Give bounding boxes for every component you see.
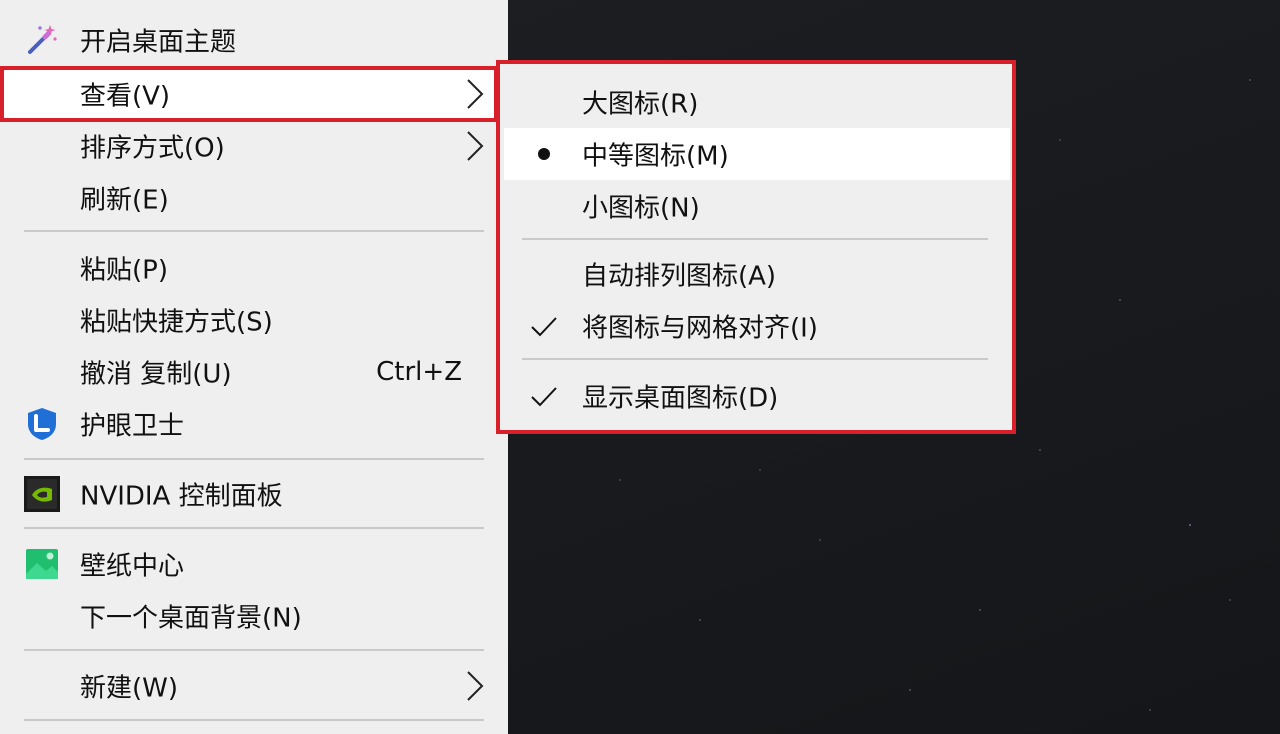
menu-item-label: 查看(V) (80, 81, 171, 112)
checkmark-icon (528, 310, 560, 342)
chevron-right-icon (464, 129, 486, 163)
chevron-right-icon (464, 669, 486, 703)
menu-item-paste-shortcut[interactable]: 粘贴快捷方式(S) (0, 294, 508, 346)
submenu-item-align-to-grid[interactable]: 将图标与网格对齐(I) (504, 300, 1010, 352)
menu-separator (24, 230, 484, 232)
menu-item-label: 粘贴快捷方式(S) (80, 307, 273, 338)
nvidia-icon (24, 476, 60, 512)
submenu-item-small-icons[interactable]: 小图标(N) (504, 180, 1010, 232)
submenu-separator (522, 358, 988, 360)
submenu-item-auto-arrange[interactable]: 自动排列图标(A) (504, 248, 1010, 300)
wallpaper-center-icon (24, 546, 60, 582)
menu-item-sort-by[interactable]: 排序方式(O) (0, 120, 508, 172)
menu-item-label: 粘贴(P) (80, 255, 168, 286)
menu-item-label: NVIDIA 控制面板 (80, 481, 283, 512)
submenu-item-label: 将图标与网格对齐(I) (582, 313, 818, 344)
menu-item-undo-copy[interactable]: 撤消 复制(U) Ctrl+Z (0, 346, 508, 398)
menu-item-wallpaper-center[interactable]: 壁纸中心 (0, 538, 508, 590)
menu-separator (24, 719, 484, 721)
menu-item-eye-guard[interactable]: 护眼卫士 (0, 398, 508, 450)
menu-item-label: 排序方式(O) (80, 133, 225, 164)
checkmark-icon (528, 380, 560, 412)
desktop-context-menu: 开启桌面主题 查看(V) 排序方式(O) 刷新(E) 粘贴(P) 粘贴快捷方式(… (0, 0, 508, 734)
menu-separator (24, 527, 484, 529)
submenu-item-label: 小图标(N) (582, 193, 700, 224)
submenu-item-show-desktop-icons[interactable]: 显示桌面图标(D) (504, 370, 1010, 422)
menu-item-label: 下一个桌面背景(N) (80, 603, 302, 634)
menu-item-refresh[interactable]: 刷新(E) (0, 172, 508, 224)
submenu-item-label: 自动排列图标(A) (582, 261, 777, 292)
view-submenu: 大图标(R) 中等图标(M) 小图标(N) 自动排列图标(A) 将图标与网格对齐… (496, 60, 1016, 434)
eye-guard-shield-icon (24, 406, 60, 442)
submenu-separator (522, 238, 988, 240)
submenu-item-medium-icons[interactable]: 中等图标(M) (504, 128, 1010, 180)
submenu-item-label: 中等图标(M) (582, 141, 729, 172)
menu-item-desktop-theme[interactable]: 开启桌面主题 (0, 14, 508, 66)
menu-item-label: 护眼卫士 (80, 411, 185, 442)
menu-item-label: 开启桌面主题 (80, 27, 237, 58)
submenu-item-label: 显示桌面图标(D) (582, 383, 779, 414)
bullet-icon (528, 138, 560, 170)
menu-item-paste[interactable]: 粘贴(P) (0, 242, 508, 294)
menu-item-new[interactable]: 新建(W) (0, 660, 508, 712)
magic-wand-icon (24, 22, 60, 58)
menu-item-label: 壁纸中心 (80, 551, 185, 582)
submenu-item-large-icons[interactable]: 大图标(R) (504, 76, 1010, 128)
submenu-item-label: 大图标(R) (582, 89, 699, 120)
menu-item-label: 新建(W) (80, 673, 178, 704)
keyboard-shortcut: Ctrl+Z (376, 357, 462, 387)
menu-item-label: 刷新(E) (80, 185, 169, 216)
menu-item-nvidia-control-panel[interactable]: NVIDIA 控制面板 (0, 468, 508, 520)
menu-item-view[interactable]: 查看(V) (0, 66, 508, 122)
menu-separator (24, 649, 484, 651)
menu-item-label: 撤消 复制(U) (80, 359, 232, 390)
menu-separator (24, 458, 484, 460)
menu-item-next-desktop-background[interactable]: 下一个桌面背景(N) (0, 590, 508, 642)
chevron-right-icon (464, 77, 486, 111)
